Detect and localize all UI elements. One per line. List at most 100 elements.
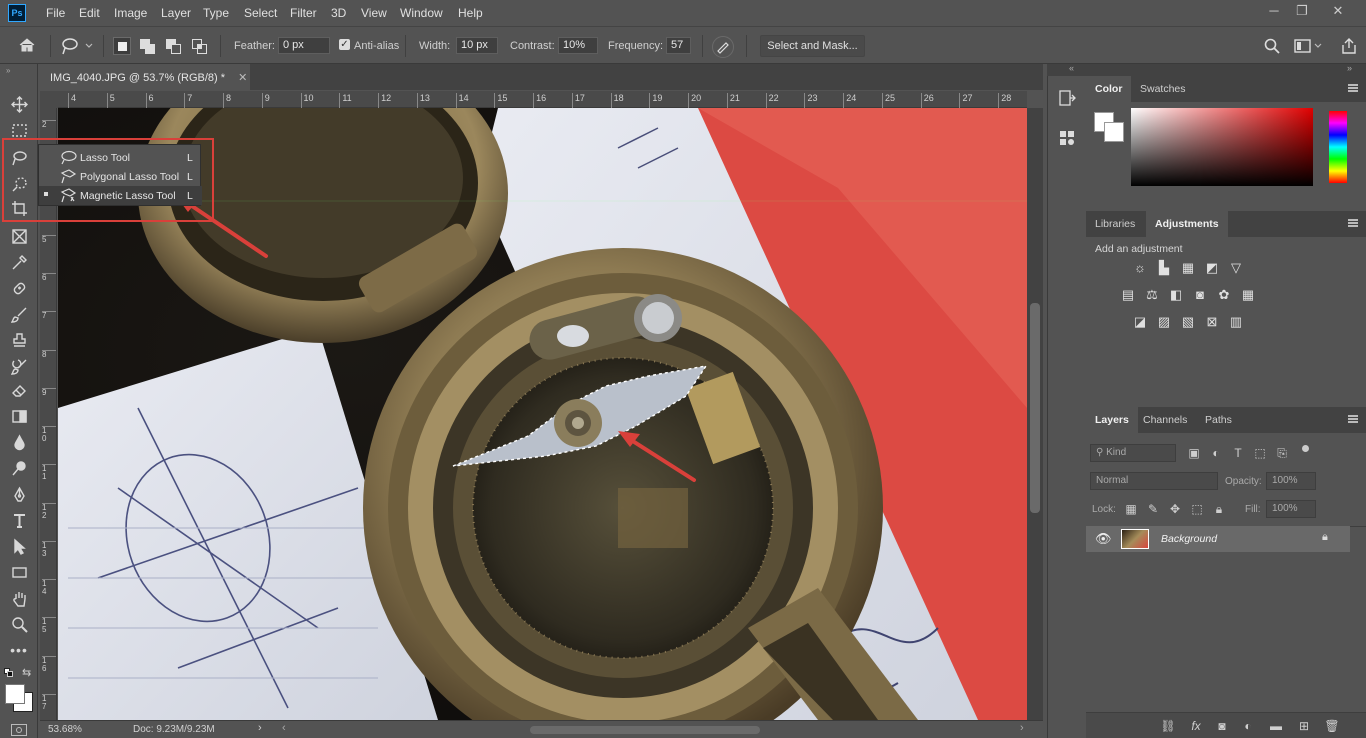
menu-3d[interactable]: 3D xyxy=(331,6,346,20)
tab-libraries[interactable]: Libraries xyxy=(1086,211,1144,237)
type-tool-icon[interactable] xyxy=(9,510,29,530)
stylus-pressure-icon[interactable] xyxy=(712,36,734,58)
eyedropper-tool-icon[interactable] xyxy=(9,252,29,272)
photo-filter-icon[interactable]: ◙ xyxy=(1192,287,1208,303)
color-lookup-icon[interactable]: ▦ xyxy=(1240,287,1256,303)
lock-artboard-icon[interactable]: ⬚ xyxy=(1189,501,1205,517)
curves-icon[interactable]: ▦ xyxy=(1180,260,1196,276)
layer-name[interactable]: Background xyxy=(1161,533,1217,545)
home-icon[interactable] xyxy=(18,37,38,55)
lock-all-icon[interactable]: 🔒︎ xyxy=(1211,501,1227,517)
adjustment-filter-icon[interactable]: ◐ xyxy=(1208,445,1224,461)
layer-style-icon[interactable]: fx xyxy=(1188,718,1204,734)
color-balance-icon[interactable]: ⚖ xyxy=(1144,287,1160,303)
exposure-icon[interactable]: ◩ xyxy=(1204,260,1220,276)
layer-visibility-eye-icon[interactable]: 👁︎ xyxy=(1095,531,1112,547)
hand-tool-icon[interactable] xyxy=(9,588,29,608)
horizontal-ruler[interactable]: 4 5 6 7 8 9 10 11 12 13 14 15 16 17 18 19 20 21 22 23 24 25 26… xyxy=(58,91,1027,108)
delete-layer-icon[interactable]: 🗑︎ xyxy=(1324,718,1340,734)
new-adjustment-layer-icon[interactable]: ◐ xyxy=(1240,718,1256,734)
blend-mode-select[interactable]: Normal xyxy=(1090,472,1218,490)
collapse-panels-icon[interactable]: » xyxy=(1347,63,1352,73)
menu-image[interactable]: Image xyxy=(114,6,147,20)
vibrance-icon[interactable]: ▽ xyxy=(1228,260,1244,276)
tab-channels[interactable]: Channels xyxy=(1134,407,1196,433)
history-panel-icon[interactable] xyxy=(1058,89,1076,107)
foreground-color-swatch[interactable] xyxy=(5,684,25,704)
close-icon[interactable]: ✕ xyxy=(1326,3,1350,21)
tab-color[interactable]: Color xyxy=(1086,76,1132,102)
width-input[interactable]: 10 px xyxy=(456,37,498,54)
menu-window[interactable]: Window xyxy=(400,6,443,20)
workspace-icon[interactable] xyxy=(1294,38,1324,54)
smart-object-filter-icon[interactable]: ⎘ xyxy=(1274,445,1290,461)
color-bg-swatch[interactable] xyxy=(1104,122,1124,142)
restore-icon[interactable]: ❐ xyxy=(1290,3,1314,21)
clone-stamp-tool-icon[interactable] xyxy=(9,330,29,350)
pen-tool-icon[interactable] xyxy=(9,484,29,504)
subtract-from-selection-icon[interactable] xyxy=(166,39,182,55)
tab-paths[interactable]: Paths xyxy=(1196,407,1241,433)
status-menu-chevron-icon[interactable]: › xyxy=(258,722,262,734)
properties-panel-icon[interactable] xyxy=(1058,129,1076,147)
default-colors-icon[interactable] xyxy=(4,668,14,678)
layer-filter-kind[interactable]: ⚲ Kind xyxy=(1090,444,1176,462)
menu-help[interactable]: Help xyxy=(458,6,483,20)
selective-color-icon[interactable]: ⊠ xyxy=(1204,314,1220,330)
vertical-scrollbar[interactable] xyxy=(1027,108,1043,720)
gradient-map-icon[interactable]: ▥ xyxy=(1228,314,1244,330)
color-panel-menu-icon[interactable] xyxy=(1348,84,1358,92)
swap-colors-icon[interactable]: ⇆ xyxy=(22,666,31,679)
add-to-selection-icon[interactable] xyxy=(140,39,156,55)
channel-mixer-icon[interactable]: ✿ xyxy=(1216,287,1232,303)
antialias-checkbox[interactable]: ✓ xyxy=(339,39,350,50)
brush-tool-icon[interactable] xyxy=(9,304,29,324)
add-mask-icon[interactable]: ◙ xyxy=(1214,718,1230,734)
invert-icon[interactable]: ◪ xyxy=(1132,314,1148,330)
horizontal-scroll-thumb[interactable] xyxy=(530,726,760,734)
tab-swatches[interactable]: Swatches xyxy=(1131,76,1195,102)
minimize-icon[interactable]: ─ xyxy=(1262,3,1286,21)
share-icon[interactable] xyxy=(1340,37,1358,55)
search-icon[interactable] xyxy=(1264,38,1280,54)
collapse-dock-icon[interactable]: « xyxy=(1069,63,1074,73)
ruler-origin[interactable] xyxy=(40,91,58,108)
new-group-icon[interactable]: ▬ xyxy=(1268,718,1284,734)
levels-icon[interactable]: ▙ xyxy=(1156,260,1172,276)
menu-select[interactable]: Select xyxy=(244,6,277,20)
eraser-tool-icon[interactable] xyxy=(9,380,29,400)
menu-layer[interactable]: Layer xyxy=(161,6,191,20)
rectangle-tool-icon[interactable] xyxy=(9,562,29,582)
fill-input[interactable]: 100% xyxy=(1266,500,1316,518)
hue-slider[interactable] xyxy=(1329,111,1347,183)
close-tab-icon[interactable]: ✕ xyxy=(238,72,247,84)
posterize-icon[interactable]: ▨ xyxy=(1156,314,1172,330)
threshold-icon[interactable]: ▧ xyxy=(1180,314,1196,330)
feather-input[interactable]: 0 px xyxy=(278,37,330,54)
scroll-right-icon[interactable]: › xyxy=(1020,722,1024,734)
pixel-filter-icon[interactable]: ▣ xyxy=(1186,445,1202,461)
blur-tool-icon[interactable] xyxy=(9,432,29,452)
layer-row-background[interactable]: 👁︎ Background 🔒︎ xyxy=(1086,526,1350,552)
vertical-scroll-thumb[interactable] xyxy=(1030,303,1040,513)
color-picker-field[interactable] xyxy=(1131,108,1313,186)
lock-image-icon[interactable]: ✎ xyxy=(1145,501,1161,517)
path-selection-tool-icon[interactable] xyxy=(9,536,29,556)
new-layer-icon[interactable]: ⊞ xyxy=(1296,718,1312,734)
menu-edit[interactable]: Edit xyxy=(79,6,100,20)
magnetic-lasso-preset-icon[interactable] xyxy=(60,36,94,56)
black-white-icon[interactable]: ◧ xyxy=(1168,287,1184,303)
quick-mask-icon[interactable] xyxy=(11,724,27,736)
select-and-mask-button[interactable]: Select and Mask... xyxy=(760,35,865,57)
tab-layers[interactable]: Layers xyxy=(1086,407,1138,433)
link-layers-icon[interactable]: ⛓ xyxy=(1160,718,1176,734)
scroll-left-icon[interactable]: ‹ xyxy=(282,722,286,734)
brightness-contrast-icon[interactable]: ☼ xyxy=(1132,260,1148,276)
menu-view[interactable]: View xyxy=(361,6,387,20)
frequency-input[interactable]: 57 xyxy=(666,37,691,54)
tab-adjustments[interactable]: Adjustments xyxy=(1146,211,1228,237)
zoom-level[interactable]: 53.68% xyxy=(48,724,82,735)
menu-filter[interactable]: Filter xyxy=(290,6,317,20)
marquee-tool-icon[interactable] xyxy=(9,120,29,140)
new-selection-icon[interactable] xyxy=(113,37,131,55)
